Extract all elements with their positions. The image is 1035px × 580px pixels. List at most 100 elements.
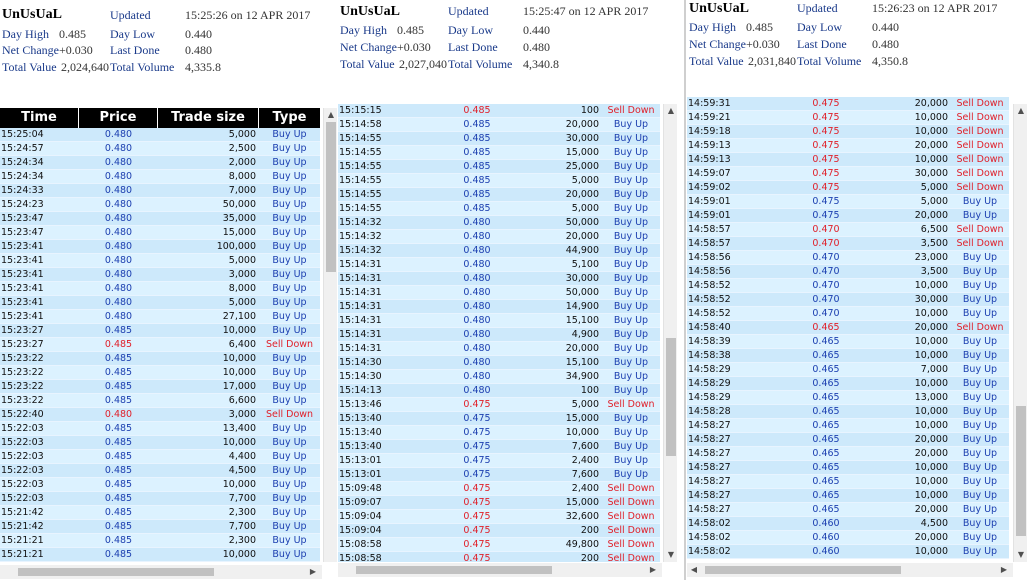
trade-row[interactable]: 15:09:04 0.475 32,600 Sell Down bbox=[338, 510, 660, 524]
trade-row[interactable]: 14:58:27 0.465 10,000 Buy Up bbox=[687, 475, 1009, 489]
trade-row[interactable]: 14:58:27 0.465 20,000 Buy Up bbox=[687, 447, 1009, 461]
trade-row[interactable]: 14:58:57 0.470 3,500 Sell Down bbox=[687, 237, 1009, 251]
trade-row[interactable]: 15:14:32 0.480 44,900 Buy Up bbox=[338, 244, 660, 258]
trade-row[interactable]: 15:24:23 0.480 50,000 Buy Up bbox=[0, 198, 320, 212]
trade-row[interactable]: 14:58:39 0.465 10,000 Buy Up bbox=[687, 335, 1009, 349]
trade-row[interactable]: 15:14:55 0.485 15,000 Buy Up bbox=[338, 146, 660, 160]
trade-row[interactable]: 14:58:52 0.470 10,000 Buy Up bbox=[687, 279, 1009, 293]
trade-row[interactable]: 15:13:01 0.475 7,600 Buy Up bbox=[338, 468, 660, 482]
trade-row[interactable]: 15:21:42 0.485 2,300 Buy Up bbox=[0, 506, 320, 520]
trade-row[interactable]: 14:58:27 0.465 20,000 Buy Up bbox=[687, 503, 1009, 517]
trade-row[interactable]: 15:08:58 0.475 200 Sell Down bbox=[338, 552, 660, 562]
trade-row[interactable]: 15:14:32 0.480 20,000 Buy Up bbox=[338, 230, 660, 244]
scroll-down-arrow-icon[interactable]: ▼ bbox=[1014, 548, 1028, 562]
vertical-scrollbar[interactable]: ▲ ▼ bbox=[663, 104, 677, 562]
scroll-right-arrow-icon[interactable]: ▶ bbox=[646, 563, 660, 577]
trade-row[interactable]: 15:23:27 0.485 6,400 Sell Down bbox=[0, 338, 320, 352]
trade-row[interactable]: 14:59:01 0.475 5,000 Buy Up bbox=[687, 195, 1009, 209]
scrollbar-thumb[interactable] bbox=[666, 338, 676, 456]
trade-row[interactable]: 15:14:55 0.485 20,000 Buy Up bbox=[338, 188, 660, 202]
scrollbar-thumb[interactable] bbox=[705, 566, 901, 574]
trade-row[interactable]: 15:14:55 0.485 5,000 Buy Up bbox=[338, 174, 660, 188]
horizontal-scrollbar[interactable]: ▶ bbox=[338, 563, 662, 577]
trades-table[interactable]: 15:15:15 0.485 100 Sell Down 15:14:58 0.485 20… bbox=[338, 104, 660, 562]
trade-row[interactable]: 14:58:27 0.465 10,000 Buy Up bbox=[687, 489, 1009, 503]
trade-row[interactable]: 15:14:31 0.480 14,900 Buy Up bbox=[338, 300, 660, 314]
trade-row[interactable]: 15:23:22 0.485 17,000 Buy Up bbox=[0, 380, 320, 394]
trade-row[interactable]: 15:09:07 0.475 15,000 Sell Down bbox=[338, 496, 660, 510]
trade-row[interactable]: 14:58:38 0.465 10,000 Buy Up bbox=[687, 349, 1009, 363]
scroll-up-arrow-icon[interactable]: ▲ bbox=[324, 108, 337, 122]
trade-row[interactable]: 15:24:33 0.480 7,000 Buy Up bbox=[0, 184, 320, 198]
trade-row[interactable]: 15:14:55 0.485 30,000 Buy Up bbox=[338, 132, 660, 146]
trade-row[interactable]: 14:58:02 0.460 4,500 Buy Up bbox=[687, 517, 1009, 531]
trade-row[interactable]: 15:14:30 0.480 34,900 Buy Up bbox=[338, 370, 660, 384]
trade-row[interactable]: 14:58:56 0.470 3,500 Buy Up bbox=[687, 265, 1009, 279]
horizontal-scrollbar[interactable]: ◀ ▶ bbox=[687, 563, 1013, 577]
trade-row[interactable]: 15:09:48 0.475 2,400 Sell Down bbox=[338, 482, 660, 496]
trade-row[interactable]: 14:58:52 0.470 30,000 Buy Up bbox=[687, 293, 1009, 307]
trade-row[interactable]: 14:59:01 0.475 20,000 Buy Up bbox=[687, 209, 1009, 223]
trade-row[interactable]: 14:58:27 0.465 10,000 Buy Up bbox=[687, 419, 1009, 433]
trade-row[interactable]: 15:13:40 0.475 10,000 Buy Up bbox=[338, 426, 660, 440]
trade-row[interactable]: 15:14:31 0.480 30,000 Buy Up bbox=[338, 272, 660, 286]
trade-row[interactable]: 15:24:34 0.480 2,000 Buy Up bbox=[0, 156, 320, 170]
trade-row[interactable]: 15:23:41 0.480 100,000 Buy Up bbox=[0, 240, 320, 254]
trade-row[interactable]: 14:58:27 0.465 20,000 Buy Up bbox=[687, 433, 1009, 447]
trade-row[interactable]: 14:59:02 0.475 5,000 Sell Down bbox=[687, 181, 1009, 195]
trades-table[interactable]: 14:59:31 0.475 20,000 Sell Down 14:59:21 0.47… bbox=[687, 97, 1009, 561]
trade-row[interactable]: 15:23:27 0.485 10,000 Buy Up bbox=[0, 324, 320, 338]
trades-table[interactable]: 15:25:04 0.480 5,000 Buy Up 15:24:57 0.480 2,5… bbox=[0, 128, 320, 562]
trade-row[interactable]: 15:22:03 0.485 4,400 Buy Up bbox=[0, 450, 320, 464]
trade-row[interactable]: 15:14:31 0.480 15,100 Buy Up bbox=[338, 314, 660, 328]
trade-row[interactable]: 15:25:04 0.480 5,000 Buy Up bbox=[0, 128, 320, 142]
trade-row[interactable]: 15:14:55 0.485 5,000 Buy Up bbox=[338, 202, 660, 216]
trade-row[interactable]: 15:22:03 0.485 7,700 Buy Up bbox=[0, 492, 320, 506]
trade-row[interactable]: 15:21:42 0.485 7,700 Buy Up bbox=[0, 520, 320, 534]
trade-row[interactable]: 15:23:41 0.480 5,000 Buy Up bbox=[0, 254, 320, 268]
trade-row[interactable]: 15:24:57 0.480 2,500 Buy Up bbox=[0, 142, 320, 156]
trade-row[interactable]: 15:14:31 0.480 5,100 Buy Up bbox=[338, 258, 660, 272]
trade-row[interactable]: 15:22:03 0.485 4,500 Buy Up bbox=[0, 464, 320, 478]
trade-row[interactable]: 15:23:41 0.480 3,000 Buy Up bbox=[0, 268, 320, 282]
trade-row[interactable]: 15:14:32 0.480 50,000 Buy Up bbox=[338, 216, 660, 230]
vertical-scrollbar[interactable]: ▲ ▼ bbox=[1013, 104, 1027, 562]
trade-row[interactable]: 15:08:58 0.475 49,800 Sell Down bbox=[338, 538, 660, 552]
trade-row[interactable]: 15:23:22 0.485 10,000 Buy Up bbox=[0, 352, 320, 366]
trade-row[interactable]: 14:58:27 0.465 10,000 Buy Up bbox=[687, 461, 1009, 475]
scrollbar-thumb[interactable] bbox=[326, 122, 336, 272]
scroll-left-arrow-icon[interactable]: ◀ bbox=[687, 563, 701, 577]
trade-row[interactable]: 15:14:30 0.480 15,100 Buy Up bbox=[338, 356, 660, 370]
trade-row[interactable]: 14:59:13 0.475 20,000 Sell Down bbox=[687, 139, 1009, 153]
trade-row[interactable]: 15:23:47 0.480 15,000 Buy Up bbox=[0, 226, 320, 240]
trade-row[interactable]: 14:58:56 0.470 23,000 Buy Up bbox=[687, 251, 1009, 265]
trade-row[interactable]: 15:22:03 0.485 13,400 Buy Up bbox=[0, 422, 320, 436]
vertical-scrollbar[interactable]: ▲ bbox=[323, 108, 337, 562]
scroll-right-arrow-icon[interactable]: ▶ bbox=[997, 563, 1011, 577]
trade-row[interactable]: 15:14:13 0.480 100 Buy Up bbox=[338, 384, 660, 398]
column-header-price[interactable]: Price bbox=[79, 108, 158, 128]
trade-row[interactable]: 14:58:52 0.470 10,000 Buy Up bbox=[687, 307, 1009, 321]
trade-row[interactable]: 14:59:21 0.475 10,000 Sell Down bbox=[687, 111, 1009, 125]
trade-row[interactable]: 14:58:02 0.460 20,000 Buy Up bbox=[687, 531, 1009, 545]
trade-row[interactable]: 15:24:34 0.480 8,000 Buy Up bbox=[0, 170, 320, 184]
trade-row[interactable]: 14:58:57 0.470 6,500 Sell Down bbox=[687, 223, 1009, 237]
trade-row[interactable]: 14:58:02 0.460 10,000 Buy Up bbox=[687, 545, 1009, 559]
trade-row[interactable]: 15:23:41 0.480 27,100 Buy Up bbox=[0, 310, 320, 324]
column-header-trade-size[interactable]: Trade size bbox=[158, 108, 259, 128]
trade-row[interactable]: 14:58:29 0.465 10,000 Buy Up bbox=[687, 377, 1009, 391]
trade-row[interactable]: 14:58:29 0.465 13,000 Buy Up bbox=[687, 391, 1009, 405]
trade-row[interactable]: 14:59:18 0.475 10,000 Sell Down bbox=[687, 125, 1009, 139]
trade-row[interactable]: 15:15:15 0.485 100 Sell Down bbox=[338, 104, 660, 118]
trade-row[interactable]: 15:14:31 0.480 20,000 Buy Up bbox=[338, 342, 660, 356]
trade-row[interactable]: 15:14:31 0.480 50,000 Buy Up bbox=[338, 286, 660, 300]
trade-row[interactable]: 14:58:40 0.465 20,000 Sell Down bbox=[687, 321, 1009, 335]
trade-row[interactable]: 15:13:40 0.475 7,600 Buy Up bbox=[338, 440, 660, 454]
trade-row[interactable]: 14:59:31 0.475 20,000 Sell Down bbox=[687, 97, 1009, 111]
trade-row[interactable]: 14:58:28 0.465 10,000 Buy Up bbox=[687, 405, 1009, 419]
scroll-up-arrow-icon[interactable]: ▲ bbox=[1014, 104, 1028, 118]
trade-row[interactable]: 15:13:01 0.475 2,400 Buy Up bbox=[338, 454, 660, 468]
trade-row[interactable]: 15:14:31 0.480 4,900 Buy Up bbox=[338, 328, 660, 342]
trade-row[interactable]: 15:23:22 0.485 6,600 Buy Up bbox=[0, 394, 320, 408]
trade-row[interactable]: 15:23:41 0.480 8,000 Buy Up bbox=[0, 282, 320, 296]
